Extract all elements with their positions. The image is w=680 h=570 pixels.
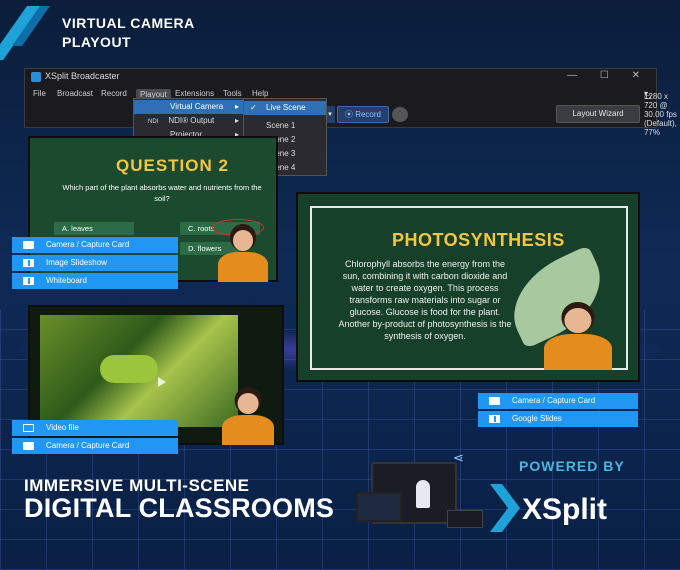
photosynthesis-text: Chlorophyll absorbs the energy from the …: [338, 259, 512, 341]
menu-item-label: NDI® Output: [168, 116, 215, 125]
menu-extensions[interactable]: Extensions: [175, 89, 214, 98]
source-label: Google Slides: [512, 414, 562, 423]
ndi-icon: NDI: [148, 119, 159, 125]
teacher-image: [544, 308, 612, 370]
source-label: Camera / Capture Card: [512, 396, 596, 405]
source-google-slides[interactable]: Google Slides: [478, 411, 638, 427]
resolution-text: 1280 x 720 @ 30.00 fps (Default), 77%: [643, 92, 677, 137]
source-camera-capture[interactable]: Camera / Capture Card: [12, 237, 178, 253]
laptop-illustration: [356, 492, 402, 522]
window-title-text: XSplit Broadcaster: [45, 71, 120, 81]
xsplit-logo-icon: [490, 484, 520, 532]
tagline-line2: DIGITAL CLASSROOMS: [24, 493, 335, 523]
video-icon: [23, 424, 34, 432]
teacher-shirt: [544, 334, 612, 370]
camera-icon: [23, 442, 34, 450]
menu-item-label: Virtual Camera: [170, 102, 224, 111]
menu-item-scene-1[interactable]: Scene 1: [244, 119, 326, 133]
video-frame: [40, 315, 238, 427]
teacher-image: [222, 393, 274, 445]
teacher-head: [564, 308, 592, 333]
teacher-shirt: [222, 414, 274, 445]
menu-bar: File Broadcast Record Playout Extensions…: [25, 86, 677, 137]
menu-broadcast[interactable]: Broadcast: [57, 89, 93, 98]
slideshow-icon: [23, 259, 34, 267]
menu-tools[interactable]: Tools: [223, 89, 242, 98]
teacher-head: [237, 393, 259, 414]
menu-item-label: Live Scene: [266, 103, 306, 112]
menu-record[interactable]: Record: [101, 89, 127, 98]
xsplit-wordmark: XSplit: [522, 493, 608, 526]
source-image-slideshow[interactable]: Image Slideshow: [12, 255, 178, 271]
source-label: Video file: [46, 423, 79, 432]
menu-file[interactable]: File: [33, 89, 46, 98]
chalkboard-frame: PHOTOSYNTHESIS Chlorophyll absorbs the e…: [310, 206, 628, 370]
question-title: QUESTION 2: [116, 156, 229, 175]
menu-item-virtual-camera[interactable]: Virtual Camera ▸: [134, 100, 244, 114]
source-label: Image Slideshow: [46, 258, 107, 267]
source-label: Camera / Capture Card: [46, 441, 130, 450]
photosynthesis-title: PHOTOSYNTHESIS: [392, 230, 565, 250]
record-button[interactable]: ⦿ Record: [337, 106, 389, 123]
play-icon[interactable]: [158, 377, 166, 387]
rocket-icon: [416, 480, 430, 508]
source-whiteboard[interactable]: Whiteboard: [12, 273, 178, 289]
headline-line1: VIRTUAL CAMERA: [62, 15, 195, 31]
slides-icon: [489, 415, 500, 423]
question-text: Which part of the plant absorbs water an…: [62, 183, 262, 203]
chevron-right-icon: ▸: [234, 116, 239, 125]
answer-a: A. leaves: [54, 222, 134, 235]
camera-icon: [489, 397, 500, 405]
tablet-illustration: [447, 510, 483, 528]
powered-by-label: POWERED BY: [519, 458, 625, 474]
checkmark-icon: ✓: [250, 103, 257, 112]
source-camera-capture[interactable]: Camera / Capture Card: [478, 393, 638, 409]
headline-line2: PLAYOUT: [62, 34, 132, 50]
window-controls[interactable]: — ☐ ✕: [567, 70, 650, 81]
photosynthesis-scene: PHOTOSYNTHESIS Chlorophyll absorbs the e…: [296, 192, 640, 382]
source-video-file[interactable]: Video file: [12, 420, 178, 436]
menu-item-ndi-output[interactable]: NDI NDI® Output ▸: [134, 114, 244, 128]
teacher-head: [233, 230, 253, 251]
source-label: Whiteboard: [46, 276, 87, 285]
layout-wizard-button[interactable]: Layout Wizard: [556, 105, 640, 123]
teacher-shirt: [218, 251, 268, 282]
resolution-readout[interactable]: ▭ 1280 x 720 @ 30.00 fps (Default), 77% …: [644, 89, 677, 137]
caterpillar-image: [100, 355, 158, 383]
share-icon: ⋖: [453, 450, 464, 465]
camera-snapshot-icon[interactable]: [392, 107, 408, 122]
window-title: XSplit Broadcaster: [31, 71, 120, 82]
source-camera-capture[interactable]: Camera / Capture Card: [12, 438, 178, 454]
camera-icon: [23, 241, 34, 249]
whiteboard-icon: [23, 277, 34, 285]
chevron-right-icon: ▸: [234, 102, 239, 111]
source-label: Camera / Capture Card: [46, 240, 130, 249]
app-logo-icon: [31, 71, 41, 82]
teacher-image: [218, 230, 268, 282]
menu-item-live-scene[interactable]: ✓ Live Scene: [244, 101, 326, 115]
menu-help[interactable]: Help: [252, 89, 268, 98]
xsplit-window: XSplit Broadcaster — ☐ ✕ File Broadcast …: [24, 68, 677, 137]
headline: VIRTUAL CAMERA PLAYOUT: [62, 14, 195, 52]
